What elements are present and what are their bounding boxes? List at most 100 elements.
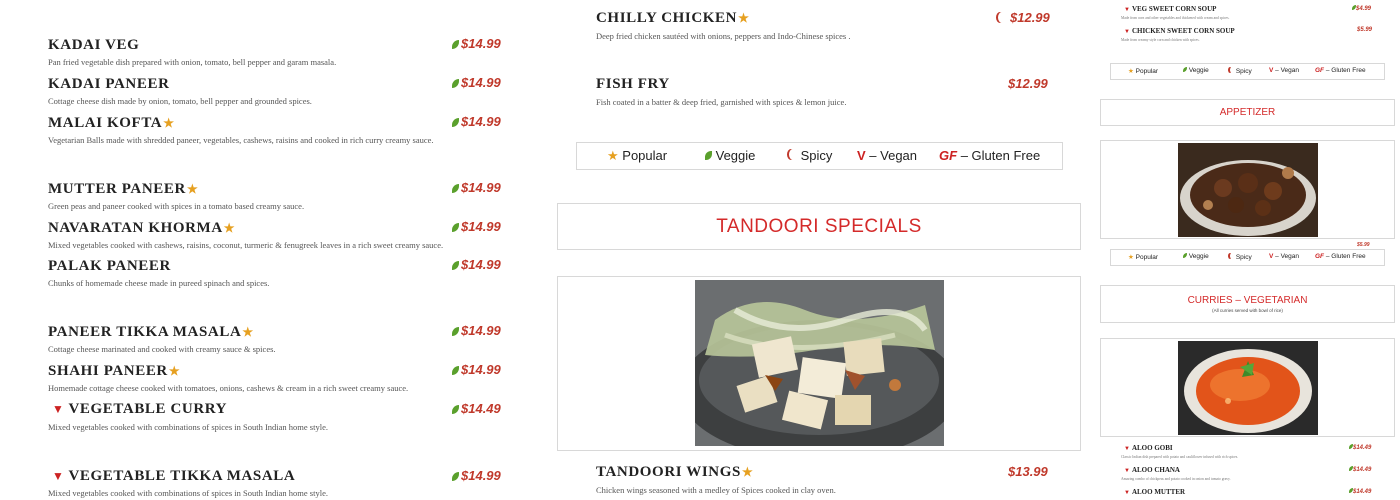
menu-item-name: KADAI PANEER <box>48 76 170 92</box>
vegan-icon: ▼ <box>1124 446 1130 452</box>
menu-item-name: ▼ ALOO CHANA <box>1124 466 1180 474</box>
veggie-icon <box>452 79 459 88</box>
leaf-icon <box>1183 253 1187 258</box>
legend-popular: ★ Popular <box>1128 254 1159 261</box>
legend-vegan: V – Vegan <box>857 148 918 163</box>
menu-item-desc: Vegetarian Balls made with shredded pane… <box>48 135 434 145</box>
menu-item-price: $14.99 <box>452 75 501 90</box>
menu-item-name: PALAK PANEER <box>48 258 171 274</box>
menu-item-desc: Amazing combo of chickpeas and potato co… <box>1121 477 1231 481</box>
star-icon: ★ <box>1128 68 1134 75</box>
appetizer-image-frame <box>1100 140 1395 239</box>
vegan-icon: ▼ <box>1124 468 1130 474</box>
curry-image-frame <box>1100 338 1395 437</box>
vegan-icon: ▼ <box>52 402 65 416</box>
menu-item-desc: Pan fried vegetable dish prepared with o… <box>48 57 337 67</box>
menu-item-desc: Classic Indian dish prepared with potato… <box>1121 455 1239 459</box>
menu-item-price: $14.49 <box>452 401 501 416</box>
veggie-icon <box>452 405 459 414</box>
legend-vegan: V – Vegan <box>1269 67 1300 74</box>
veggie-icon <box>452 366 459 375</box>
menu-item-desc: Chicken wings seasoned with a medley of … <box>596 485 836 495</box>
menu-item-name: MALAI KOFTA★ <box>48 115 175 131</box>
menu-item-name: TANDOORI WINGS★ <box>596 464 754 480</box>
leaf-icon <box>1183 67 1187 72</box>
menu-item-name: NAVARATAN KHORMA★ <box>48 220 236 236</box>
menu-item-desc: Cottage cheese dish made by onion, tomat… <box>48 96 312 106</box>
veggie-icon <box>452 184 459 193</box>
gluten-free-icon: GF <box>1315 253 1325 260</box>
menu-item-price: $14.99 <box>452 219 501 234</box>
menu-item-name: SHAHI PANEER★ <box>48 363 181 379</box>
menu-item-price: $14.49 <box>1349 488 1371 495</box>
gluten-free-icon: GF <box>1315 67 1325 74</box>
menu-item-price: $5.99 <box>1357 27 1373 33</box>
section-title: CURRIES – VEGETARIAN <box>1187 295 1308 306</box>
section-subtitle: (All curries served with bowl of rice) <box>1212 308 1283 313</box>
popular-star-icon: ★ <box>163 116 175 130</box>
legend-spicy: Spicy <box>1230 67 1252 75</box>
menu-item-price-partial: $5.99 <box>1357 242 1370 248</box>
menu-item-price: $14.99 <box>452 114 501 129</box>
vegan-icon: ▼ <box>1124 490 1130 496</box>
legend-gluten-free: GF – Gluten Free <box>1315 67 1366 74</box>
vegan-icon: ▼ <box>1124 29 1130 35</box>
popular-star-icon: ★ <box>242 325 254 339</box>
veggie-icon <box>452 223 459 232</box>
vegan-icon: V <box>1269 67 1274 74</box>
menu-item-price: $14.99 <box>452 36 501 51</box>
menu-item-price: $14.99 <box>452 180 501 195</box>
appetizer-photo <box>1178 143 1318 237</box>
menu-item-name: ▼ VEG SWEET CORN SOUP <box>1124 5 1217 13</box>
star-icon: ★ <box>607 148 619 163</box>
menu-item-price: $14.99 <box>452 468 501 483</box>
legend-veggie: Veggie <box>705 148 755 163</box>
menu-item-desc: Made from corn and other vegetables and … <box>1121 16 1230 20</box>
legend-gluten-free: GF – Gluten Free <box>939 148 1041 163</box>
menu-item-price: $13.99 <box>1008 464 1048 479</box>
popular-star-icon: ★ <box>741 465 754 479</box>
gluten-free-icon: GF <box>939 148 958 163</box>
veggie-icon <box>452 261 459 270</box>
curry-photo <box>1178 341 1318 435</box>
menu-item-desc: Mixed vegetables cooked with combination… <box>48 422 328 432</box>
menu-item-price: $12.99 <box>1008 76 1048 91</box>
legend-spicy: Spicy <box>1230 253 1252 261</box>
menu-item-desc: Chunks of homemade cheese made in pureed… <box>48 278 270 288</box>
legend-spicy: Spicy <box>789 148 833 163</box>
menu-item-price: $14.49 <box>1349 466 1371 473</box>
popular-star-icon: ★ <box>168 364 181 378</box>
menu-item-desc: Made from creamy style corn and chicken … <box>1121 38 1200 42</box>
vegan-icon: V <box>1269 253 1274 260</box>
menu-item-name: ▼ VEGETABLE TIKKA MASALA <box>52 468 296 484</box>
section-title-appetizer: APPETIZER <box>1100 99 1395 126</box>
dietary-legend-small: ★ Popular Veggie Spicy V – Vegan GF – Gl… <box>1110 249 1385 266</box>
menu-item-name: ▼ ALOO GOBI <box>1124 444 1173 452</box>
menu-item-desc: Homemade cottage cheese cooked with toma… <box>48 383 409 393</box>
spicy-icon <box>1230 67 1234 73</box>
menu-item-desc: Mixed vegetables cooked with cashews, ra… <box>48 240 444 250</box>
menu-item-price: $4.99 <box>1352 5 1371 12</box>
legend-vegan: V – Vegan <box>1269 253 1300 260</box>
veggie-icon <box>452 118 459 127</box>
spicy-icon <box>1230 253 1234 259</box>
menu-item-price: $12.99 <box>998 10 1050 25</box>
popular-star-icon: ★ <box>186 182 199 196</box>
menu-item-name: ▼ ALOO MUTTER <box>1124 488 1186 496</box>
vegan-icon: ▼ <box>1124 7 1130 13</box>
section-title-tandoori: TANDOORI SPECIALS <box>557 203 1081 250</box>
menu-item-desc: Cottage cheese marinated and cooked with… <box>48 344 276 354</box>
legend-veggie: Veggie <box>1183 67 1209 74</box>
dietary-legend: ★ Popular Veggie Spicy V – Vegan GF – Gl… <box>576 142 1063 170</box>
menu-item-name: ▼ CHICKEN SWEET CORN SOUP <box>1124 27 1235 35</box>
legend-popular: ★ Popular <box>1128 68 1159 75</box>
menu-item-name: KADAI VEG <box>48 37 140 53</box>
spicy-icon <box>998 12 1006 23</box>
vegan-icon: V <box>857 148 866 163</box>
menu-item-name: CHILLY CHICKEN★ <box>596 10 750 26</box>
menu-item-price: $14.99 <box>452 323 501 338</box>
star-icon: ★ <box>1128 254 1134 261</box>
dietary-legend-small: ★ Popular Veggie Spicy V – Vegan GF – Gl… <box>1110 63 1385 80</box>
spicy-icon <box>789 149 797 160</box>
menu-item-name: PANEER TIKKA MASALA★ <box>48 324 254 340</box>
